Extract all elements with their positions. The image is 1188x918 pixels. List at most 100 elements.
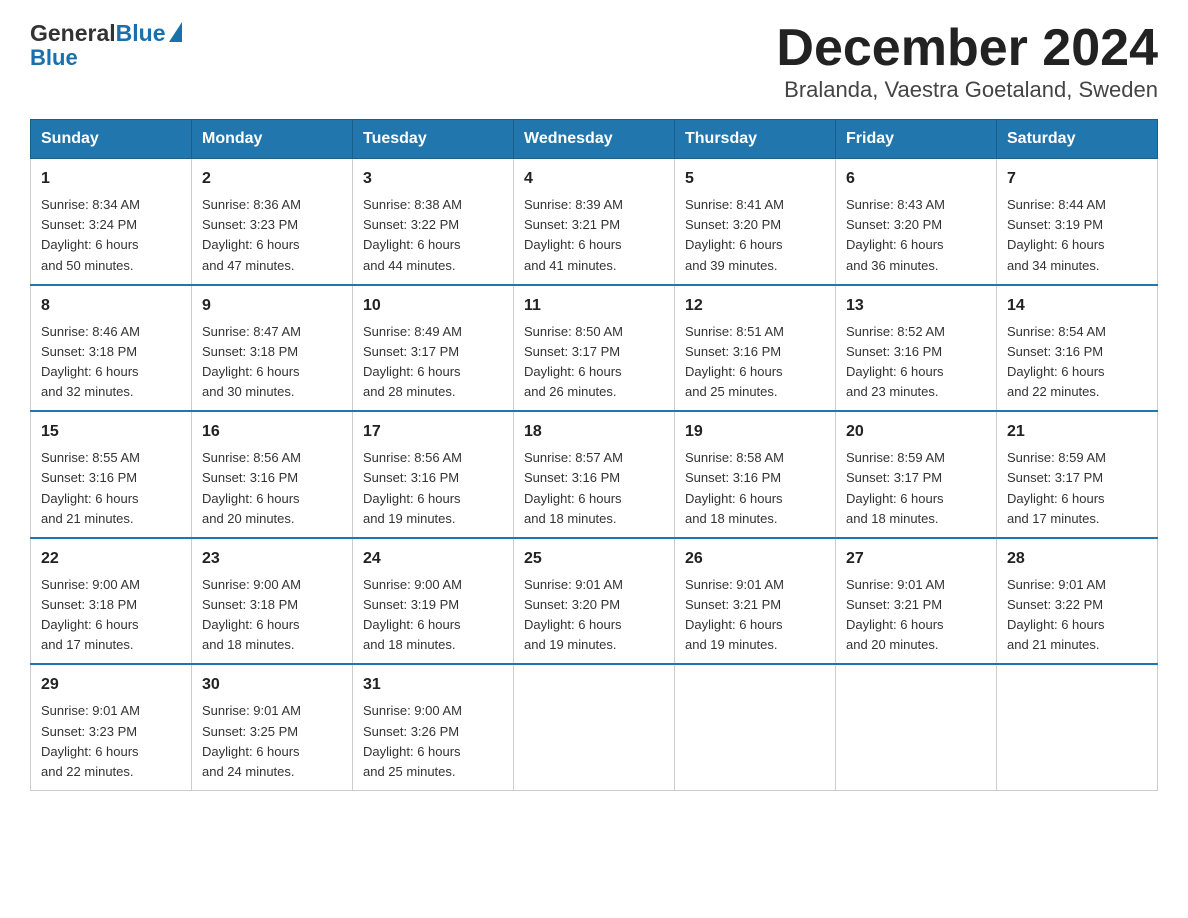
day-number: 15 (41, 420, 181, 444)
day-info: Sunrise: 8:51 AMSunset: 3:16 PMDaylight:… (685, 322, 825, 403)
calendar-cell: 10Sunrise: 8:49 AMSunset: 3:17 PMDayligh… (353, 285, 514, 412)
day-number: 21 (1007, 420, 1147, 444)
calendar-table: SundayMondayTuesdayWednesdayThursdayFrid… (30, 119, 1158, 791)
calendar-cell: 29Sunrise: 9:01 AMSunset: 3:23 PMDayligh… (31, 664, 192, 790)
column-header-wednesday: Wednesday (514, 120, 675, 159)
day-info: Sunrise: 8:52 AMSunset: 3:16 PMDaylight:… (846, 322, 986, 403)
column-header-monday: Monday (192, 120, 353, 159)
day-info: Sunrise: 8:46 AMSunset: 3:18 PMDaylight:… (41, 322, 181, 403)
day-number: 18 (524, 420, 664, 444)
day-info: Sunrise: 8:34 AMSunset: 3:24 PMDaylight:… (41, 195, 181, 276)
logo-triangle-icon (169, 22, 182, 42)
day-number: 4 (524, 167, 664, 191)
title-area: December 2024 Bralanda, Vaestra Goetalan… (776, 20, 1158, 103)
calendar-cell: 3 Sunrise: 8:38 AMSunset: 3:22 PMDaylight… (353, 159, 514, 285)
calendar-cell: 27 Sunrise: 9:01 AMSunset: 3:21 PMDayligh… (836, 538, 997, 665)
day-number: 7 (1007, 167, 1147, 191)
calendar-cell: 22Sunrise: 9:00 AMSunset: 3:18 PMDayligh… (31, 538, 192, 665)
calendar-cell: 14 Sunrise: 8:54 AMSunset: 3:16 PMDayligh… (997, 285, 1158, 412)
day-number: 28 (1007, 547, 1147, 571)
week-row-5: 29Sunrise: 9:01 AMSunset: 3:23 PMDayligh… (31, 664, 1158, 790)
calendar-cell: 28 Sunrise: 9:01 AMSunset: 3:22 PMDayligh… (997, 538, 1158, 665)
day-info: Sunrise: 9:01 AMSunset: 3:25 PMDaylight:… (202, 701, 342, 782)
day-number: 26 (685, 547, 825, 571)
column-header-thursday: Thursday (675, 120, 836, 159)
calendar-cell: 20 Sunrise: 8:59 AMSunset: 3:17 PMDayligh… (836, 411, 997, 538)
day-info: Sunrise: 8:54 AMSunset: 3:16 PMDaylight:… (1007, 322, 1147, 403)
week-row-3: 15Sunrise: 8:55 AMSunset: 3:16 PMDayligh… (31, 411, 1158, 538)
header-row: SundayMondayTuesdayWednesdayThursdayFrid… (31, 120, 1158, 159)
day-info: Sunrise: 8:50 AMSunset: 3:17 PMDaylight:… (524, 322, 664, 403)
day-info: Sunrise: 9:00 AMSunset: 3:26 PMDaylight:… (363, 701, 503, 782)
calendar-title: December 2024 (776, 20, 1158, 77)
day-number: 24 (363, 547, 503, 571)
calendar-cell (514, 664, 675, 790)
logo-blue-line: Blue (30, 47, 78, 69)
day-number: 5 (685, 167, 825, 191)
calendar-cell: 16Sunrise: 8:56 AMSunset: 3:16 PMDayligh… (192, 411, 353, 538)
calendar-cell: 1Sunrise: 8:34 AMSunset: 3:24 PMDaylight… (31, 159, 192, 285)
day-info: Sunrise: 9:01 AMSunset: 3:21 PMDaylight:… (846, 575, 986, 656)
week-row-2: 8Sunrise: 8:46 AMSunset: 3:18 PMDaylight… (31, 285, 1158, 412)
calendar-cell: 11 Sunrise: 8:50 AMSunset: 3:17 PMDayligh… (514, 285, 675, 412)
calendar-cell: 8Sunrise: 8:46 AMSunset: 3:18 PMDaylight… (31, 285, 192, 412)
day-info: Sunrise: 9:00 AMSunset: 3:18 PMDaylight:… (202, 575, 342, 656)
calendar-cell: 30 Sunrise: 9:01 AMSunset: 3:25 PMDayligh… (192, 664, 353, 790)
calendar-cell: 17Sunrise: 8:56 AMSunset: 3:16 PMDayligh… (353, 411, 514, 538)
day-info: Sunrise: 8:58 AMSunset: 3:16 PMDaylight:… (685, 448, 825, 529)
day-number: 16 (202, 420, 342, 444)
calendar-cell: 25 Sunrise: 9:01 AMSunset: 3:20 PMDayligh… (514, 538, 675, 665)
day-number: 2 (202, 167, 342, 191)
calendar-cell: 24 Sunrise: 9:00 AMSunset: 3:19 PMDayligh… (353, 538, 514, 665)
logo: General Blue Blue (30, 20, 182, 69)
calendar-cell: 9 Sunrise: 8:47 AMSunset: 3:18 PMDaylight… (192, 285, 353, 412)
day-number: 6 (846, 167, 986, 191)
calendar-cell (997, 664, 1158, 790)
day-info: Sunrise: 8:57 AMSunset: 3:16 PMDaylight:… (524, 448, 664, 529)
calendar-cell: 21 Sunrise: 8:59 AMSunset: 3:17 PMDayligh… (997, 411, 1158, 538)
day-number: 30 (202, 673, 342, 697)
day-number: 13 (846, 294, 986, 318)
day-info: Sunrise: 9:01 AMSunset: 3:20 PMDaylight:… (524, 575, 664, 656)
week-row-4: 22 Sunrise: 9:00 AMSunset: 3:18 PMDayligh… (31, 538, 1158, 665)
day-info: Sunrise: 8:38 AMSunset: 3:22 PMDaylight:… (363, 195, 503, 276)
day-info: Sunrise: 9:01 AMSunset: 3:22 PMDaylight:… (1007, 575, 1147, 656)
day-info: Sunrise: 8:59 AMSunset: 3:17 PMDaylight:… (1007, 448, 1147, 529)
column-header-tuesday: Tuesday (353, 120, 514, 159)
day-info: Sunrise: 8:47 AMSunset: 3:18 PMDaylight:… (202, 322, 342, 403)
day-number: 20 (846, 420, 986, 444)
day-info: Sunrise: 8:44 AMSunset: 3:19 PMDaylight:… (1007, 195, 1147, 276)
day-number: 14 (1007, 294, 1147, 318)
day-number: 17 (363, 420, 503, 444)
calendar-cell: 23 Sunrise: 9:00 AMSunset: 3:18 PMDayligh… (192, 538, 353, 665)
day-number: 12 (685, 294, 825, 318)
column-header-saturday: Saturday (997, 120, 1158, 159)
calendar-cell: 18 Sunrise: 8:57 AMSunset: 3:16 PMDayligh… (514, 411, 675, 538)
day-info: Sunrise: 9:00 AMSunset: 3:19 PMDaylight:… (363, 575, 503, 656)
day-number: 11 (524, 294, 664, 318)
logo-blue-text: Blue (116, 20, 166, 47)
calendar-cell: 4Sunrise: 8:39 AMSunset: 3:21 PMDaylight… (514, 159, 675, 285)
calendar-cell: 15Sunrise: 8:55 AMSunset: 3:16 PMDayligh… (31, 411, 192, 538)
day-number: 27 (846, 547, 986, 571)
day-info: Sunrise: 8:41 AMSunset: 3:20 PMDaylight:… (685, 195, 825, 276)
day-number: 3 (363, 167, 503, 191)
day-number: 22 (41, 547, 181, 571)
calendar-cell: 2Sunrise: 8:36 AMSunset: 3:23 PMDaylight… (192, 159, 353, 285)
day-number: 25 (524, 547, 664, 571)
logo-general-text: General (30, 20, 116, 47)
day-number: 9 (202, 294, 342, 318)
calendar-cell: 26Sunrise: 9:01 AMSunset: 3:21 PMDayligh… (675, 538, 836, 665)
calendar-cell: 6Sunrise: 8:43 AMSunset: 3:20 PMDaylight… (836, 159, 997, 285)
day-info: Sunrise: 8:49 AMSunset: 3:17 PMDaylight:… (363, 322, 503, 403)
day-info: Sunrise: 8:59 AMSunset: 3:17 PMDaylight:… (846, 448, 986, 529)
day-number: 23 (202, 547, 342, 571)
day-number: 19 (685, 420, 825, 444)
calendar-cell (836, 664, 997, 790)
column-header-sunday: Sunday (31, 120, 192, 159)
calendar-cell (675, 664, 836, 790)
calendar-cell: 12 Sunrise: 8:51 AMSunset: 3:16 PMDayligh… (675, 285, 836, 412)
day-number: 31 (363, 673, 503, 697)
calendar-subtitle: Bralanda, Vaestra Goetaland, Sweden (776, 77, 1158, 103)
column-header-friday: Friday (836, 120, 997, 159)
